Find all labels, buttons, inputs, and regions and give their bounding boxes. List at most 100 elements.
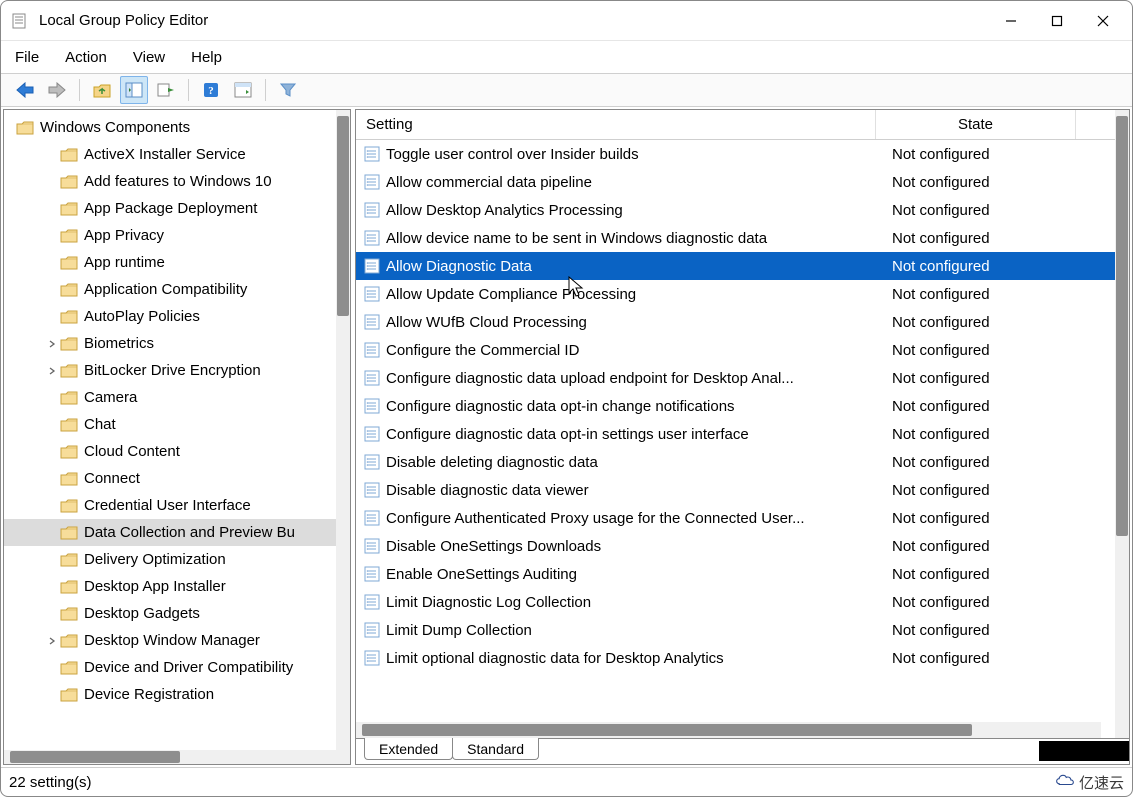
tree-item[interactable]: Camera	[4, 384, 336, 411]
folder-icon	[60, 444, 78, 460]
tree-vertical-scrollbar[interactable]	[336, 110, 350, 764]
help-button[interactable]: ?	[197, 76, 225, 104]
menu-help[interactable]: Help	[191, 49, 222, 66]
tree-root[interactable]: Windows Components	[4, 114, 336, 141]
policy-setting-icon	[364, 398, 380, 414]
folder-icon	[60, 498, 78, 514]
folder-icon	[60, 363, 78, 379]
setting-state: Not configured	[892, 594, 990, 611]
settings-row[interactable]: Allow WUfB Cloud ProcessingNot configure…	[356, 308, 1115, 336]
settings-row[interactable]: Allow device name to be sent in Windows …	[356, 224, 1115, 252]
settings-row[interactable]: Configure diagnostic data upload endpoin…	[356, 364, 1115, 392]
tree-item[interactable]: Device Registration	[4, 681, 336, 708]
menu-view[interactable]: View	[133, 49, 165, 66]
tree-item[interactable]: Device and Driver Compatibility	[4, 654, 336, 681]
maximize-button[interactable]	[1034, 5, 1080, 37]
settings-row[interactable]: Configure diagnostic data opt-in setting…	[356, 420, 1115, 448]
settings-row[interactable]: Configure diagnostic data opt-in change …	[356, 392, 1115, 420]
tab-extended[interactable]: Extended	[364, 738, 453, 760]
settings-row[interactable]: Limit optional diagnostic data for Deskt…	[356, 644, 1115, 672]
tree-item-label: Biometrics	[84, 335, 154, 352]
tree-item[interactable]: App runtime	[4, 249, 336, 276]
tree-horizontal-scrollbar[interactable]	[4, 750, 336, 764]
up-folder-button[interactable]	[88, 76, 116, 104]
tree-item[interactable]: Desktop Gadgets	[4, 600, 336, 627]
setting-state: Not configured	[892, 202, 990, 219]
column-header-setting[interactable]: Setting	[356, 110, 876, 139]
settings-row[interactable]: Enable OneSettings AuditingNot configure…	[356, 560, 1115, 588]
tree-item[interactable]: Biometrics	[4, 330, 336, 357]
settings-row[interactable]: Limit Diagnostic Log CollectionNot confi…	[356, 588, 1115, 616]
tab-standard[interactable]: Standard	[452, 738, 539, 760]
chevron-right-icon[interactable]	[44, 633, 60, 649]
policy-setting-icon	[364, 538, 380, 554]
policy-setting-icon	[364, 342, 380, 358]
detail-tabs: Extended Standard	[356, 738, 1129, 764]
settings-row[interactable]: Disable deleting diagnostic dataNot conf…	[356, 448, 1115, 476]
tree-item[interactable]: Connect	[4, 465, 336, 492]
settings-row[interactable]: Configure the Commercial IDNot configure…	[356, 336, 1115, 364]
setting-name: Disable OneSettings Downloads	[386, 538, 601, 555]
tree-item[interactable]: Desktop Window Manager	[4, 627, 336, 654]
settings-row[interactable]: Allow Diagnostic DataNot configured	[356, 252, 1115, 280]
policy-setting-icon	[364, 482, 380, 498]
tree-item[interactable]: Data Collection and Preview Bu	[4, 519, 336, 546]
tree-item[interactable]: Application Compatibility	[4, 276, 336, 303]
tree-item[interactable]: Chat	[4, 411, 336, 438]
folder-icon	[60, 309, 78, 325]
folder-icon	[60, 579, 78, 595]
setting-state: Not configured	[892, 258, 990, 275]
tree-item-label: Add features to Windows 10	[84, 173, 272, 190]
grid-vertical-scrollbar[interactable]	[1115, 110, 1129, 738]
tree-item[interactable]: BitLocker Drive Encryption	[4, 357, 336, 384]
settings-row[interactable]: Disable diagnostic data viewerNot config…	[356, 476, 1115, 504]
tree-item[interactable]: Delivery Optimization	[4, 546, 336, 573]
settings-row[interactable]: Allow Update Compliance ProcessingNot co…	[356, 280, 1115, 308]
settings-row[interactable]: Configure Authenticated Proxy usage for …	[356, 504, 1115, 532]
minimize-button[interactable]	[988, 5, 1034, 37]
policy-setting-icon	[364, 370, 380, 386]
chevron-right-icon[interactable]	[44, 363, 60, 379]
tree-item[interactable]: ActiveX Installer Service	[4, 141, 336, 168]
details-view-button[interactable]	[229, 76, 257, 104]
folder-icon	[60, 336, 78, 352]
menu-action[interactable]: Action	[65, 49, 107, 66]
back-button[interactable]	[11, 76, 39, 104]
toolbar-separator	[79, 79, 80, 101]
tree-item-label: App Package Deployment	[84, 200, 257, 217]
settings-row[interactable]: Disable OneSettings Downloads Not configu…	[356, 532, 1115, 560]
grid-horizontal-scrollbar[interactable]	[356, 722, 1101, 738]
settings-row[interactable]: Allow commercial data pipelineNot config…	[356, 168, 1115, 196]
settings-row[interactable]: Allow Desktop Analytics ProcessingNot co…	[356, 196, 1115, 224]
setting-state: Not configured	[892, 146, 990, 163]
toolbar-separator	[265, 79, 266, 101]
settings-row[interactable]: Limit Dump CollectionNot configured	[356, 616, 1115, 644]
tree-item-label: App Privacy	[84, 227, 164, 244]
chevron-right-icon[interactable]	[44, 336, 60, 352]
close-button[interactable]	[1080, 5, 1126, 37]
setting-name: Limit optional diagnostic data for Deskt…	[386, 650, 724, 667]
detail-panel: Setting State Toggle user control over I…	[355, 109, 1130, 765]
filter-button[interactable]	[274, 76, 302, 104]
setting-state: Not configured	[892, 538, 990, 555]
tree-item[interactable]: Cloud Content	[4, 438, 336, 465]
setting-name: Configure Authenticated Proxy usage for …	[386, 510, 805, 527]
app-icon	[11, 12, 29, 30]
setting-state: Not configured	[892, 566, 990, 583]
forward-button[interactable]	[43, 76, 71, 104]
show-tree-button[interactable]	[120, 76, 148, 104]
settings-row[interactable]: Toggle user control over Insider buildsN…	[356, 140, 1115, 168]
tree-item[interactable]: Desktop App Installer	[4, 573, 336, 600]
column-header-state[interactable]: State	[876, 110, 1076, 139]
tree-item[interactable]: App Package Deployment	[4, 195, 336, 222]
tree-item[interactable]: Add features to Windows 10	[4, 168, 336, 195]
menu-file[interactable]: File	[15, 49, 39, 66]
export-button[interactable]	[152, 76, 180, 104]
policy-setting-icon	[364, 146, 380, 162]
tree-item[interactable]: AutoPlay Policies	[4, 303, 336, 330]
tree-item[interactable]: App Privacy	[4, 222, 336, 249]
tree-item-label: BitLocker Drive Encryption	[84, 362, 261, 379]
tree-item-label: Delivery Optimization	[84, 551, 226, 568]
tree-item[interactable]: Credential User Interface	[4, 492, 336, 519]
grid-header: Setting State	[356, 110, 1115, 140]
